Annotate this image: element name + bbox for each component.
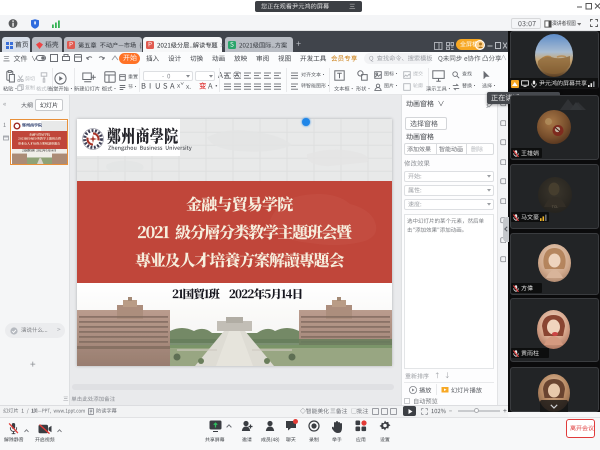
- svg-text:TCL: TCL: [552, 205, 559, 209]
